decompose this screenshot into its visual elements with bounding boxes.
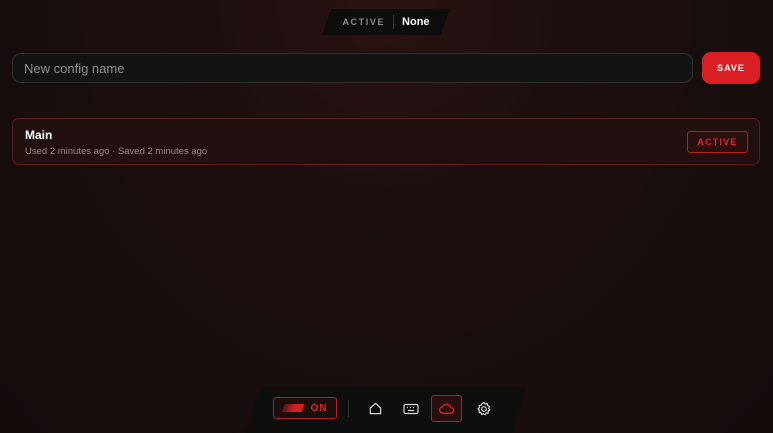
active-config-value: None <box>402 16 430 28</box>
indicator-divider <box>393 15 394 29</box>
home-button[interactable] <box>360 395 391 422</box>
settings-button[interactable] <box>468 395 499 422</box>
home-icon <box>368 401 383 416</box>
active-button[interactable]: ACTIVE <box>687 131 748 153</box>
keyboard-icon <box>403 402 419 416</box>
config-name: Main <box>25 128 53 142</box>
power-label: ON <box>310 402 328 414</box>
dock-divider <box>348 400 349 417</box>
active-config-indicator: ACTIVE None <box>322 9 450 35</box>
config-name-input[interactable] <box>12 53 693 83</box>
config-list-item[interactable]: Main Used 2 minutes ago · Saved 2 minute… <box>12 118 760 165</box>
config-meta: Used 2 minutes ago · Saved 2 minutes ago <box>25 146 208 157</box>
cloud-icon <box>438 402 455 415</box>
bottom-dock: ON <box>246 387 526 433</box>
save-button[interactable]: SAVE <box>702 52 760 84</box>
power-stripe-icon <box>281 404 304 412</box>
active-label: ACTIVE <box>342 17 386 27</box>
power-toggle[interactable]: ON <box>273 397 337 419</box>
gear-icon <box>476 401 492 417</box>
keyboard-button[interactable] <box>395 395 426 422</box>
cloud-button[interactable] <box>431 395 462 422</box>
